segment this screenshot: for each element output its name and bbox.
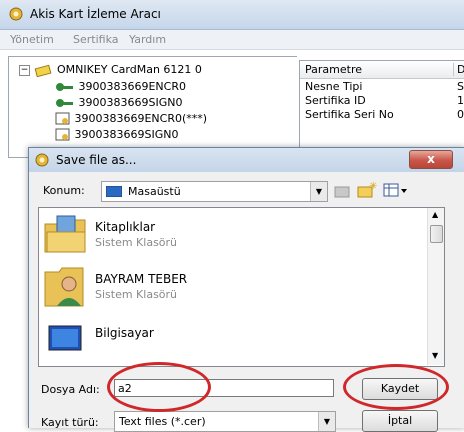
list-item[interactable]: BAYRAM TEBER Sistem Klasörü xyxy=(43,266,413,314)
view-menu-icon[interactable] xyxy=(383,182,409,200)
gear-certificate-icon xyxy=(9,7,23,21)
menu-sertifika[interactable]: Sertifika xyxy=(73,33,119,46)
user-folder-icon xyxy=(44,267,84,307)
list-item-name: Bilgisayar xyxy=(95,326,154,340)
list-item[interactable]: Kitaplıklar Sistem Klasörü xyxy=(43,214,413,262)
scroll-down-icon[interactable]: ▼ xyxy=(432,351,438,360)
filename-label: Dosya Adı: xyxy=(41,383,100,396)
desktop-icon xyxy=(106,186,122,197)
column-header-deger[interactable]: D xyxy=(453,63,464,76)
property-value: S xyxy=(457,80,464,93)
list-item-type: Sistem Klasörü xyxy=(95,288,178,301)
table-row: Sertifika ID 1( xyxy=(305,94,464,107)
highlight-circle-filename xyxy=(107,362,211,412)
key-icon xyxy=(56,99,73,107)
tree-item-label: 3900383669SIGN0 xyxy=(74,128,179,141)
menu-yardim[interactable]: Yardım xyxy=(129,33,166,46)
tree-root[interactable]: − OMNIKEY CardMan 6121 0 xyxy=(19,62,202,78)
card-reader-icon xyxy=(34,64,51,78)
file-list[interactable]: Kitaplıklar Sistem Klasörü BAYRAM TEBER … xyxy=(38,207,445,367)
certificate-icon xyxy=(55,128,70,141)
new-folder-icon[interactable]: ✳ xyxy=(357,181,377,201)
card-tree: − OMNIKEY CardMan 6121 0 3900383669ENCR0… xyxy=(8,56,297,158)
gear-certificate-icon xyxy=(35,153,49,167)
chevron-down-icon[interactable]: ▼ xyxy=(310,182,327,201)
location-label: Konum: xyxy=(43,184,85,197)
save-file-dialog: Save file as... x Konum: Masaüstü ▼ ✳ Ki… xyxy=(28,147,464,432)
list-item-name: BAYRAM TEBER xyxy=(95,272,188,286)
filetype-select[interactable]: Text files (*.cer) ▼ xyxy=(114,411,336,432)
main-title-bar: Akis Kart İzleme Aracı xyxy=(0,0,464,30)
column-header-parametre[interactable]: Parametre xyxy=(305,63,362,76)
list-item[interactable]: Bilgisayar xyxy=(43,320,413,362)
dialog-body: Konum: Masaüstü ▼ ✳ Kitaplıklar Sistem K… xyxy=(29,172,464,432)
tree-item[interactable]: 3900383669ENCR0(***) xyxy=(55,111,207,127)
libraries-folder-icon xyxy=(44,215,86,253)
scroll-up-icon[interactable]: ▲ xyxy=(432,210,438,219)
app-title: Akis Kart İzleme Aracı xyxy=(30,7,161,21)
svg-text:✳: ✳ xyxy=(369,181,377,192)
table-row: Nesne Tipi S xyxy=(305,80,464,93)
tree-item-label: 3900383669ENCR0 xyxy=(78,80,187,93)
collapse-icon[interactable]: − xyxy=(19,64,30,76)
tree-root-label: OMNIKEY CardMan 6121 0 xyxy=(57,63,202,76)
filetype-value: Text files (*.cer) xyxy=(119,415,206,428)
property-name: Sertifika Seri No xyxy=(305,108,394,121)
scroll-thumb[interactable] xyxy=(430,225,443,243)
menu-bar: Yönetim Sertifika Yardım xyxy=(0,30,464,50)
certificate-icon xyxy=(55,112,70,125)
highlight-circle-save xyxy=(343,364,449,410)
chevron-down-icon[interactable]: ▼ xyxy=(318,412,335,431)
property-name: Nesne Tipi xyxy=(305,80,363,93)
properties-table: Parametre D Nesne Tipi S Sertifika ID 1(… xyxy=(299,60,464,157)
menu-yonetim[interactable]: Yönetim xyxy=(10,33,54,46)
table-row: Sertifika Seri No 00 xyxy=(305,108,464,121)
properties-header: Parametre D xyxy=(300,61,464,79)
key-icon xyxy=(56,83,73,91)
vertical-scrollbar[interactable]: ▲ ▼ xyxy=(427,208,444,365)
property-value: 00 xyxy=(457,108,464,121)
close-button[interactable]: x xyxy=(409,150,453,169)
tree-item-label: 3900383669SIGN0 xyxy=(78,96,183,109)
property-value: 1( xyxy=(457,94,464,107)
property-name: Sertifika ID xyxy=(305,94,366,107)
up-folder-icon[interactable] xyxy=(334,182,352,200)
cancel-button[interactable]: İptal xyxy=(362,410,438,432)
dialog-title: Save file as... xyxy=(56,153,137,167)
computer-icon xyxy=(48,325,82,351)
tree-item-label: 3900383669ENCR0(***) xyxy=(74,112,208,125)
tree-item[interactable]: 3900383669SIGN0 xyxy=(55,95,182,111)
location-value: Masaüstü xyxy=(128,185,181,198)
location-combo[interactable]: Masaüstü ▼ xyxy=(101,181,328,202)
tree-item[interactable]: 3900383669ENCR0 xyxy=(55,79,186,95)
filetype-label: Kayıt türü: xyxy=(41,416,99,429)
tree-item[interactable]: 3900383669SIGN0 xyxy=(55,127,178,143)
list-item-name: Kitaplıklar xyxy=(95,220,156,234)
dialog-title-bar[interactable]: Save file as... x xyxy=(29,148,464,172)
list-item-type: Sistem Klasörü xyxy=(95,236,178,249)
